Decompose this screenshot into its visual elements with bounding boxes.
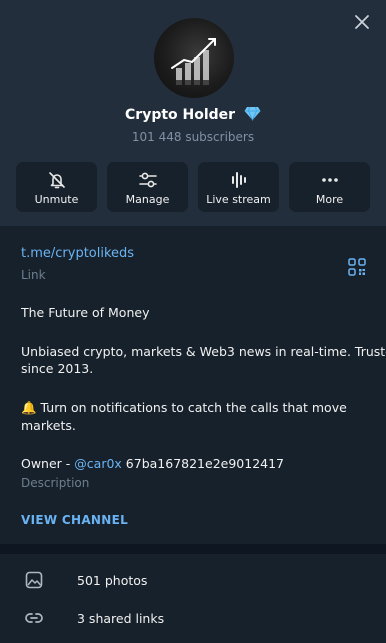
unmute-label: Unmute: [34, 193, 79, 206]
channel-name: Crypto Holder: [125, 107, 236, 123]
shared-links-row[interactable]: 3 shared links: [0, 599, 386, 637]
photo-icon: [25, 571, 43, 589]
qr-code-button[interactable]: [348, 258, 366, 276]
subscriber-count: 101 448 subscribers: [131, 130, 255, 144]
description-line: 🔔 Turn on notifications to catch the cal…: [21, 400, 347, 415]
description-tagline: The Future of Money: [21, 305, 150, 320]
view-channel-button[interactable]: VIEW CHANNEL: [21, 513, 128, 527]
bell-off-icon: [48, 172, 65, 189]
diamond-icon: [244, 106, 261, 125]
more-button[interactable]: More: [289, 162, 370, 212]
avatar[interactable]: [154, 18, 234, 98]
link-icon: [25, 613, 43, 623]
photos-row[interactable]: 501 photos: [0, 561, 386, 599]
live-stream-button[interactable]: Live stream: [198, 162, 279, 212]
channel-link[interactable]: t.me/cryptolikeds: [21, 246, 134, 261]
channel-title: Crypto Holder: [0, 106, 386, 128]
description-line: since 2013.: [21, 361, 94, 376]
qr-code-icon: [348, 258, 366, 276]
description-caption: Description: [21, 476, 90, 490]
close-icon: [355, 15, 369, 29]
manage-label: Manage: [125, 193, 170, 206]
description-line: markets.: [21, 418, 76, 433]
owner-hash: 67ba167821e2e9012417: [121, 456, 285, 471]
owner-prefix: Owner -: [21, 456, 75, 471]
action-bar: Unmute Manage Live stream More: [16, 162, 370, 212]
rising-bars-chart-icon: [171, 38, 216, 85]
live-stream-icon: [231, 172, 246, 188]
shared-links-label: 3 shared links: [77, 610, 165, 626]
more-dots-icon: [321, 178, 338, 182]
info-section: t.me/cryptolikeds Link The Future of Mon…: [0, 234, 386, 544]
owner-line: Owner - @car0x 67ba167821e2e9012417: [21, 455, 386, 473]
live-stream-label: Live stream: [206, 193, 271, 206]
owner-mention-link[interactable]: @car0x: [74, 456, 122, 471]
profile-header: Crypto Holder 101 448 subscribers Unmute: [0, 0, 386, 226]
manage-button[interactable]: Manage: [107, 162, 188, 212]
more-label: More: [315, 193, 344, 206]
link-caption: Link: [21, 268, 46, 282]
unmute-button[interactable]: Unmute: [16, 162, 97, 212]
description-line: Unbiased crypto, markets & Web3 news in …: [21, 344, 386, 359]
sliders-icon: [138, 172, 157, 188]
close-button[interactable]: [352, 12, 372, 32]
section-divider: [0, 544, 386, 554]
photos-label: 501 photos: [77, 572, 148, 588]
